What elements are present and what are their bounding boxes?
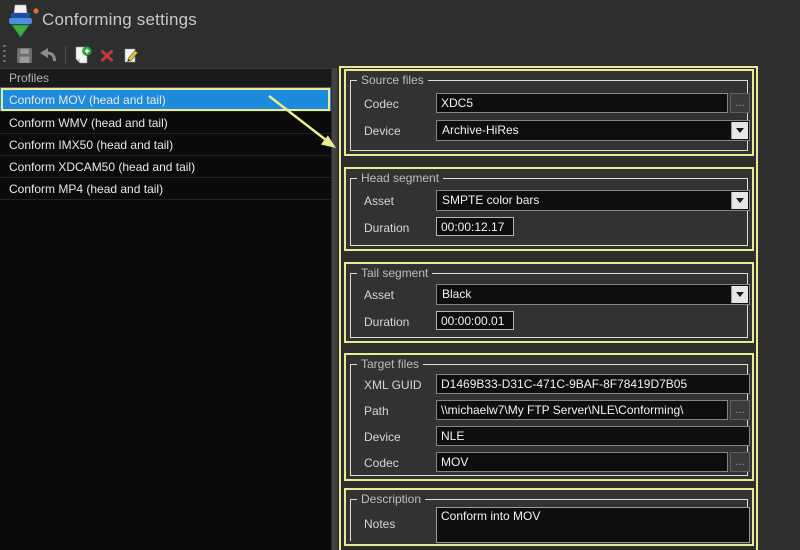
target-codec-label: Codec xyxy=(364,456,399,470)
group-title: Target files xyxy=(357,357,423,371)
save-button[interactable] xyxy=(13,44,35,66)
toolbar-grip[interactable] xyxy=(3,45,6,65)
profile-item-label: Conform MP4 (head and tail) xyxy=(9,182,163,196)
description-groupbox: Description Notes Conform into MOV xyxy=(350,499,748,541)
target-xml-guid-label: XML GUID xyxy=(364,378,422,392)
target-device-label: Device xyxy=(364,430,401,444)
toolbar-separator xyxy=(65,46,66,64)
source-codec-input[interactable] xyxy=(436,93,728,113)
section-head-segment: Head segment Asset SMPTE color bars Dura… xyxy=(344,167,754,251)
save-icon xyxy=(16,47,33,64)
profile-detail-panel: Source files Codec ... Device Archive-Hi… xyxy=(339,66,758,550)
target-path-input[interactable] xyxy=(436,400,728,420)
target-xml-guid-input[interactable] xyxy=(436,374,750,394)
dropdown-button[interactable] xyxy=(731,286,748,303)
chevron-down-icon xyxy=(736,198,744,203)
title-bar: Conforming settings xyxy=(0,0,800,42)
source-device-label: Device xyxy=(364,124,401,138)
chevron-down-icon xyxy=(736,292,744,297)
edit-profile-button[interactable] xyxy=(120,44,142,66)
tail-asset-value: Black xyxy=(442,287,471,301)
notes-textarea[interactable]: Conform into MOV xyxy=(436,507,750,543)
dropdown-button[interactable] xyxy=(731,192,748,209)
delete-profile-button[interactable] xyxy=(96,44,118,66)
tail-asset-dropdown[interactable]: Black xyxy=(436,284,750,305)
target-path-label: Path xyxy=(364,404,389,418)
profile-item-label: Conform IMX50 (head and tail) xyxy=(9,138,173,152)
panel-splitter[interactable] xyxy=(332,68,337,550)
target-codec-input[interactable] xyxy=(436,452,728,472)
group-title: Source files xyxy=(357,73,428,87)
tail-asset-label: Asset xyxy=(364,288,394,302)
head-asset-value: SMPTE color bars xyxy=(442,193,539,207)
tail-duration-input[interactable] xyxy=(436,311,514,330)
conforming-settings-window: Conforming settings xyxy=(0,0,800,550)
undo-icon xyxy=(39,47,57,63)
new-document-icon xyxy=(74,46,92,64)
notes-label: Notes xyxy=(364,517,395,531)
edit-pencil-icon xyxy=(122,47,140,64)
source-device-dropdown[interactable]: Archive-HiRes xyxy=(436,120,750,141)
section-source-files: Source files Codec ... Device Archive-Hi… xyxy=(344,69,754,156)
target-codec-browse-button[interactable]: ... xyxy=(730,452,750,472)
head-segment-groupbox: Head segment Asset SMPTE color bars Dura… xyxy=(350,178,748,246)
new-profile-button[interactable] xyxy=(72,44,94,66)
profile-item-conform-wmv[interactable]: Conform WMV (head and tail) xyxy=(0,112,331,134)
target-files-groupbox: Target files XML GUID Path ... Device Co… xyxy=(350,364,748,476)
target-device-input[interactable] xyxy=(436,426,750,446)
head-asset-dropdown[interactable]: SMPTE color bars xyxy=(436,190,750,211)
profiles-panel: Profiles Conform MOV (head and tail) Con… xyxy=(0,68,331,550)
head-duration-input[interactable] xyxy=(436,217,514,236)
tail-segment-groupbox: Tail segment Asset Black Duration xyxy=(350,273,748,338)
profile-item-conform-xdcam50[interactable]: Conform XDCAM50 (head and tail) xyxy=(0,156,331,178)
source-codec-browse-button[interactable]: ... xyxy=(730,93,750,113)
chevron-down-icon xyxy=(736,128,744,133)
head-asset-label: Asset xyxy=(364,194,394,208)
tail-duration-label: Duration xyxy=(364,315,409,329)
group-title: Head segment xyxy=(357,171,443,185)
source-codec-label: Codec xyxy=(364,97,399,111)
group-title: Tail segment xyxy=(357,266,432,280)
undo-button[interactable] xyxy=(37,44,59,66)
profile-item-conform-imx50[interactable]: Conform IMX50 (head and tail) xyxy=(0,134,331,156)
group-title: Description xyxy=(357,492,425,506)
target-path-browse-button[interactable]: ... xyxy=(730,400,750,420)
source-files-groupbox: Source files Codec ... Device Archive-Hi… xyxy=(350,80,748,151)
profile-item-conform-mp4[interactable]: Conform MP4 (head and tail) xyxy=(0,178,331,200)
page-title: Conforming settings xyxy=(42,10,197,30)
dropdown-button[interactable] xyxy=(731,122,748,139)
profile-item-conform-mov[interactable]: Conform MOV (head and tail) xyxy=(0,88,331,112)
head-duration-label: Duration xyxy=(364,221,409,235)
section-target-files: Target files XML GUID Path ... Device Co… xyxy=(344,353,754,481)
profile-item-label: Conform MOV (head and tail) xyxy=(9,93,166,107)
source-device-value: Archive-HiRes xyxy=(442,123,519,137)
toolbar xyxy=(0,42,800,68)
section-tail-segment: Tail segment Asset Black Duration xyxy=(344,262,754,343)
profiles-header: Profiles xyxy=(0,69,331,88)
profile-item-label: Conform WMV (head and tail) xyxy=(9,116,168,130)
section-description: Description Notes Conform into MOV xyxy=(344,488,754,546)
delete-x-icon xyxy=(100,48,115,63)
profile-item-label: Conform XDCAM50 (head and tail) xyxy=(9,160,195,174)
app-conform-icon xyxy=(7,4,41,40)
